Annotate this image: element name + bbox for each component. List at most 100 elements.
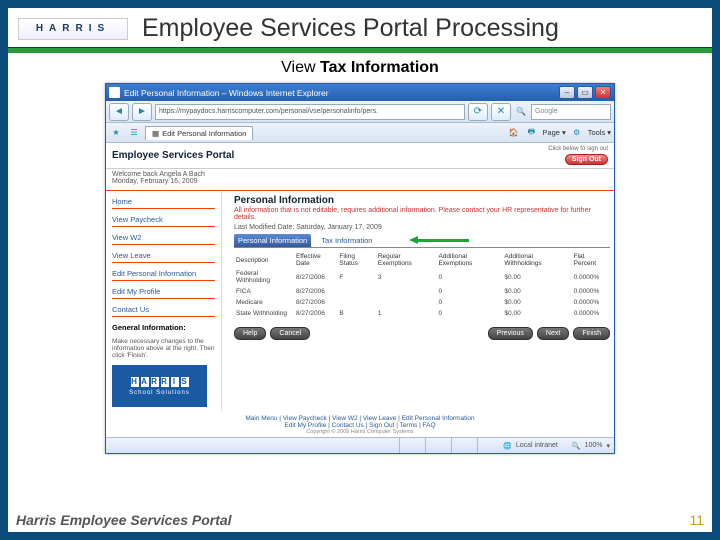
nav-contact[interactable]: Contact Us xyxy=(112,305,215,317)
table-header-row: Description Effective Date Filing Status… xyxy=(234,252,610,268)
tab-favicon-icon: ▦ xyxy=(152,129,159,138)
welcome-name: Welcome back Angela A Bach xyxy=(112,171,608,178)
address-text: https://mypaydocs.harriscomputer.com/per… xyxy=(159,108,378,115)
signout-hint: Click below to sign out xyxy=(548,146,608,152)
status-sect xyxy=(477,438,499,453)
page-menu[interactable]: Page ▾ xyxy=(542,128,565,137)
subtitle-pre: View xyxy=(281,59,320,76)
minimize-button[interactable]: – xyxy=(559,86,575,99)
nav-home[interactable]: Home xyxy=(112,197,215,209)
col-description: Description xyxy=(234,252,294,268)
status-sect xyxy=(425,438,447,453)
signout-area: Click below to sign out Sign Out xyxy=(548,146,608,165)
section-note: All information that is not editable, re… xyxy=(234,207,610,221)
main-panel: Personal Information All information tha… xyxy=(221,191,614,411)
feeds-icon[interactable]: ☰ xyxy=(127,126,141,140)
finish-button[interactable]: Finish xyxy=(573,327,610,340)
tab-toolbar: ★ ☰ ▦ Edit Personal Information 🏠 🖶 Page… xyxy=(106,123,614,143)
col-filing: Filing Status xyxy=(337,252,375,268)
col-effective: Effective Date xyxy=(294,252,337,268)
browser-window: Edit Personal Information – Windows Inte… xyxy=(105,83,615,454)
browser-tab[interactable]: ▦ Edit Personal Information xyxy=(145,126,253,140)
nav-w2[interactable]: View W2 xyxy=(112,233,215,245)
favicon-icon xyxy=(109,87,120,98)
signout-button[interactable]: Sign Out xyxy=(565,154,608,165)
portal-header: Employee Services Portal Click below to … xyxy=(106,143,614,169)
status-sect xyxy=(399,438,421,453)
footer-links-1[interactable]: Main Menu | View Paycheck | View W2 | Vi… xyxy=(108,415,612,422)
tax-table: Description Effective Date Filing Status… xyxy=(234,252,610,319)
table-row: FICA 8/27/2006 0 $0.00 0.0000% xyxy=(234,286,610,297)
cancel-button[interactable]: Cancel xyxy=(270,327,310,340)
section-heading: Personal Information xyxy=(234,195,610,206)
status-zoom: 100% xyxy=(585,442,603,449)
callout-arrow-icon xyxy=(409,237,469,244)
status-zone: Local intranet xyxy=(516,442,558,449)
tax-table-body: Federal Withholding 8/27/2006 F 3 0 $0.0… xyxy=(234,268,610,319)
nav-edit-personal[interactable]: Edit Personal Information xyxy=(112,269,215,281)
print-icon[interactable]: 🖶 xyxy=(524,126,538,140)
harris-logo: HARRIS xyxy=(18,18,128,40)
general-info-body: Make necessary changes to the informatio… xyxy=(112,338,215,359)
side-nav: Home View Paycheck View W2 View Leave Ed… xyxy=(106,191,221,411)
table-row: Medicare 8/27/2006 0 $0.00 0.0000% xyxy=(234,297,610,308)
stop-button[interactable]: ✕ xyxy=(491,103,511,121)
col-additional-wh: Additional Withholdings xyxy=(502,252,571,268)
tools-icon[interactable]: ⚙ xyxy=(570,126,584,140)
portal-title: Employee Services Portal xyxy=(112,150,548,161)
col-regular: Regular Exemptions xyxy=(376,252,437,268)
status-sect xyxy=(451,438,473,453)
zoom-icon[interactable]: 🔍 xyxy=(572,442,581,450)
subtabs: Personal Information Tax Information xyxy=(234,234,610,248)
wizard-buttons: Help Cancel Previous Next Finish xyxy=(234,327,610,340)
back-button[interactable]: ◄ xyxy=(109,103,129,121)
slide-title: Employee Services Portal Processing xyxy=(142,14,559,43)
footer-name: Harris Employee Services Portal xyxy=(16,512,232,528)
footer-links-2[interactable]: Edit My Profile | Contact Us | Sign Out … xyxy=(108,422,612,429)
globe-icon: 🌐 xyxy=(503,442,512,450)
forward-button[interactable]: ► xyxy=(132,103,152,121)
help-button[interactable]: Help xyxy=(234,327,266,340)
col-flat: Flat Percent xyxy=(572,252,610,268)
logo-blocks: HARRIS xyxy=(131,377,189,387)
logo-subtext: School Solutions xyxy=(129,390,190,396)
home-icon[interactable]: 🏠 xyxy=(506,126,520,140)
page-number: 11 xyxy=(689,512,704,528)
tab-tax-info[interactable]: Tax Information xyxy=(319,234,374,247)
address-bar[interactable]: https://mypaydocs.harriscomputer.com/per… xyxy=(155,104,465,120)
footer-copyright: Copyright © 2009 Harris Computer Systems xyxy=(108,429,612,435)
welcome-bar: Welcome back Angela A Bach Monday, Febru… xyxy=(106,169,614,191)
titlebar[interactable]: Edit Personal Information – Windows Inte… xyxy=(106,84,614,101)
status-bar: 🌐 Local intranet 🔍 100% ▾ xyxy=(106,437,614,453)
close-button[interactable]: ✕ xyxy=(595,86,611,99)
last-modified: Last Modified Date: Saturday, January 17… xyxy=(234,224,610,231)
table-row: Federal Withholding 8/27/2006 F 3 0 $0.0… xyxy=(234,268,610,286)
maximize-button[interactable]: ▭ xyxy=(577,86,593,99)
search-icon: 🔍 xyxy=(514,105,528,119)
tab-personal-info[interactable]: Personal Information xyxy=(234,234,311,247)
general-info-head: General Information: xyxy=(112,323,215,332)
slide-subtitle: View Tax Information xyxy=(8,53,712,83)
slide-footer: Harris Employee Services Portal 11 xyxy=(16,512,704,528)
welcome-date: Monday, February 16, 2009 xyxy=(112,178,608,185)
harris-school-logo: HARRIS School Solutions xyxy=(112,365,207,407)
subtitle-bold: Tax Information xyxy=(320,59,439,76)
window-title: Edit Personal Information – Windows Inte… xyxy=(124,88,557,98)
search-input[interactable]: Google xyxy=(531,104,611,120)
previous-button[interactable]: Previous xyxy=(488,327,533,340)
nav-paycheck[interactable]: View Paycheck xyxy=(112,215,215,227)
search-placeholder: Google xyxy=(535,108,558,115)
nav-profile[interactable]: Edit My Profile xyxy=(112,287,215,299)
nav-toolbar: ◄ ► https://mypaydocs.harriscomputer.com… xyxy=(106,101,614,123)
table-row: State Withholding 8/27/2006 B 1 0 $0.00 … xyxy=(234,308,610,319)
tools-menu[interactable]: Tools ▾ xyxy=(588,128,611,137)
next-button[interactable]: Next xyxy=(537,327,569,340)
chevron-down-icon[interactable]: ▾ xyxy=(606,442,610,450)
portal: Employee Services Portal Click below to … xyxy=(106,143,614,437)
slide-header: HARRIS Employee Services Portal Processi… xyxy=(8,8,712,48)
favorites-icon[interactable]: ★ xyxy=(109,126,123,140)
portal-body: Home View Paycheck View W2 View Leave Ed… xyxy=(106,191,614,411)
nav-leave[interactable]: View Leave xyxy=(112,251,215,263)
refresh-button[interactable]: ⟳ xyxy=(468,103,488,121)
portal-footer: Main Menu | View Paycheck | View W2 | Vi… xyxy=(106,411,614,437)
